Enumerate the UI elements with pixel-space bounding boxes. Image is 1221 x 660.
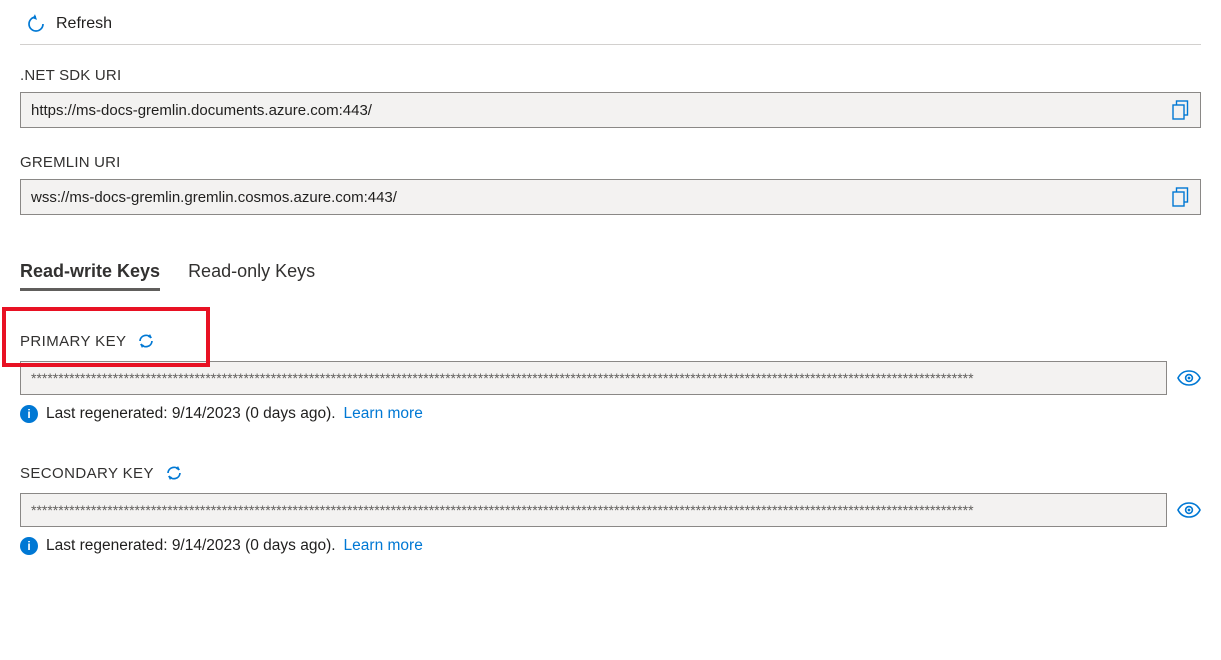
regenerate-icon[interactable]: [164, 463, 184, 483]
primary-key-label: PRIMARY KEY: [20, 333, 126, 350]
sdk-uri-section: .NET SDK URI https://ms-docs-gremlin.doc…: [20, 67, 1201, 128]
refresh-icon[interactable]: [26, 14, 46, 34]
copy-icon[interactable]: [1172, 187, 1190, 207]
secondary-key-section: SECONDARY KEY **************************…: [20, 463, 1201, 555]
tab-read-only-keys[interactable]: Read-only Keys: [188, 261, 315, 291]
secondary-regen-info: i Last regenerated: 9/14/2023 (0 days ag…: [20, 537, 1201, 555]
show-icon[interactable]: [1177, 370, 1201, 386]
sdk-uri-value: https://ms-docs-gremlin.documents.azure.…: [31, 102, 1172, 119]
gremlin-uri-field[interactable]: wss://ms-docs-gremlin.gremlin.cosmos.azu…: [20, 179, 1201, 215]
secondary-key-label: SECONDARY KEY: [20, 465, 154, 482]
learn-more-link[interactable]: Learn more: [344, 537, 423, 555]
refresh-button[interactable]: Refresh: [56, 15, 112, 33]
sdk-uri-label: .NET SDK URI: [20, 67, 1201, 84]
copy-icon[interactable]: [1172, 100, 1190, 120]
keys-tabs: Read-write Keys Read-only Keys: [20, 261, 1201, 291]
tab-read-write-keys[interactable]: Read-write Keys: [20, 261, 160, 291]
regen-text: Last regenerated: 9/14/2023 (0 days ago)…: [46, 405, 336, 423]
info-icon: i: [20, 537, 38, 555]
gremlin-uri-value: wss://ms-docs-gremlin.gremlin.cosmos.azu…: [31, 189, 1172, 206]
primary-regen-info: i Last regenerated: 9/14/2023 (0 days ag…: [20, 405, 1201, 423]
sdk-uri-field[interactable]: https://ms-docs-gremlin.documents.azure.…: [20, 92, 1201, 128]
regenerate-icon[interactable]: [136, 331, 156, 351]
gremlin-uri-label: GREMLIN URI: [20, 154, 1201, 171]
gremlin-uri-section: GREMLIN URI wss://ms-docs-gremlin.gremli…: [20, 154, 1201, 215]
primary-key-field[interactable]: ****************************************…: [20, 361, 1167, 395]
primary-key-section: PRIMARY KEY ****************************…: [20, 331, 1201, 423]
show-icon[interactable]: [1177, 502, 1201, 518]
secondary-key-field[interactable]: ****************************************…: [20, 493, 1167, 527]
toolbar: Refresh: [20, 10, 1201, 45]
learn-more-link[interactable]: Learn more: [344, 405, 423, 423]
info-icon: i: [20, 405, 38, 423]
regen-text: Last regenerated: 9/14/2023 (0 days ago)…: [46, 537, 336, 555]
